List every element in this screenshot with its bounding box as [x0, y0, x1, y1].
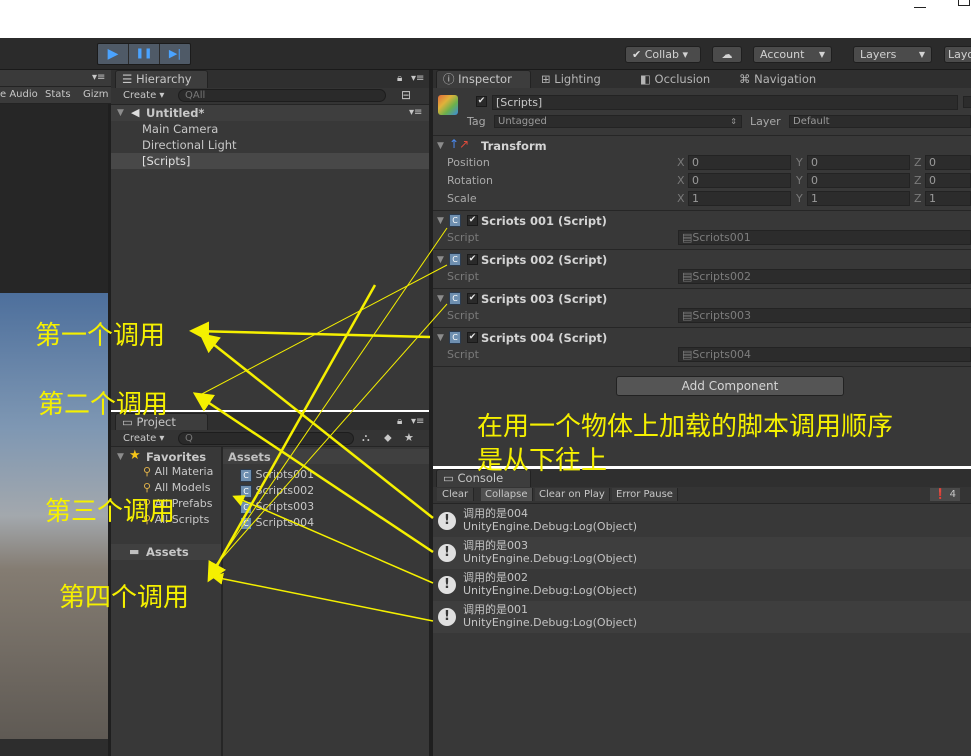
annotation-fourth-call: 第四个调用	[59, 583, 190, 613]
arrow-line-9	[207, 284, 377, 583]
arrow-line-3	[215, 303, 448, 566]
annotation-note-line-1: 在用一个物体上加载的脚本调用顺序	[477, 412, 894, 442]
arrow-line-7	[232, 495, 434, 584]
arrow-line-1	[215, 227, 448, 566]
arrow-line-8	[211, 572, 434, 622]
annotation-second-call: 第二个调用	[38, 390, 169, 420]
annotation-first-call: 第一个调用	[35, 321, 166, 351]
annotation-note-line-2: 是从下往上	[477, 446, 608, 476]
annotation-arrows	[189, 227, 448, 622]
annotation-third-call: 第三个调用	[45, 497, 176, 527]
arrow-line-6	[192, 392, 434, 554]
arrow-line-5	[199, 332, 434, 519]
